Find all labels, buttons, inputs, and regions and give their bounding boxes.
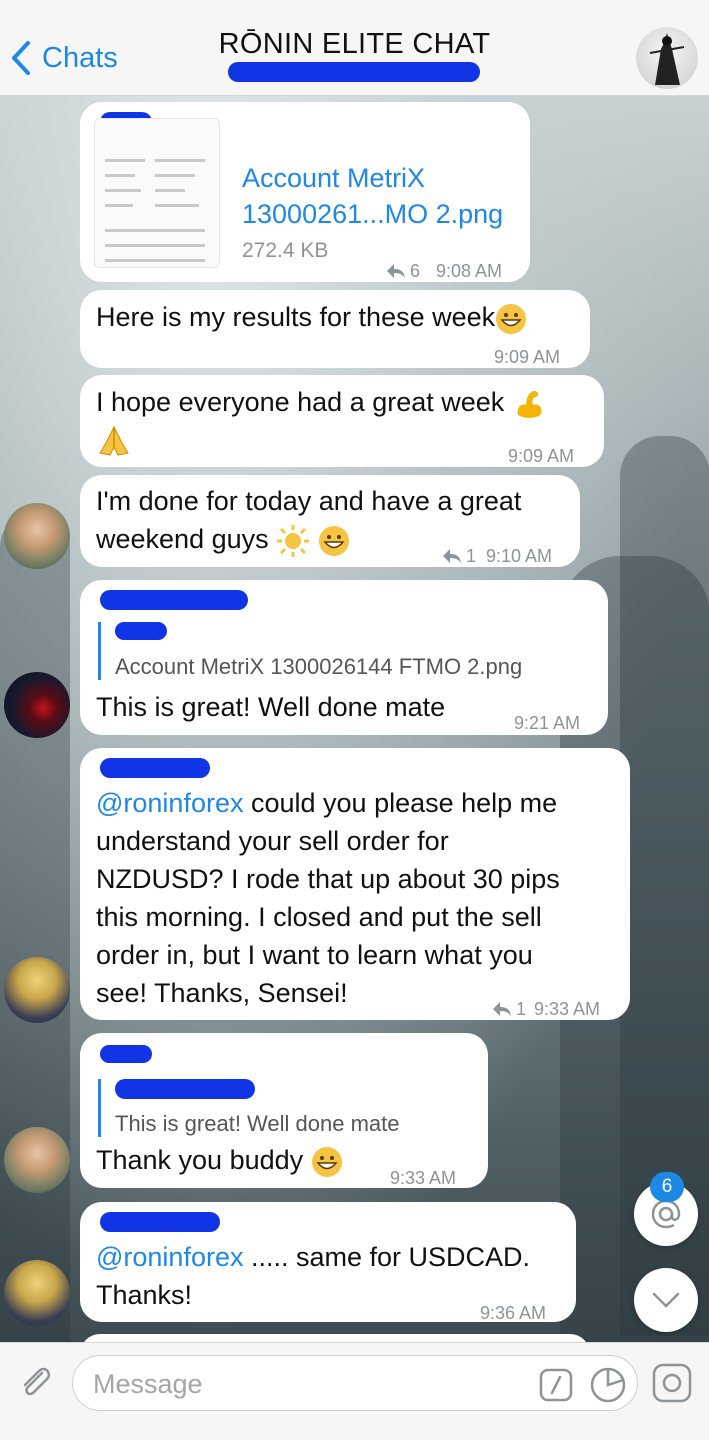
- message-file[interactable]: Account MetriX 13000261...MO 2.png 272.4…: [80, 102, 530, 282]
- message-body: This is great! Well done mate: [96, 692, 446, 722]
- message-time: 9:10 AM: [486, 546, 553, 566]
- redacted-sender: [100, 758, 210, 778]
- mention-link[interactable]: @roninforex: [96, 788, 243, 818]
- reply-count[interactable]: 6: [386, 252, 420, 290]
- quoted-text: Account MetriX 1300026144 FTMO 2.png: [115, 654, 523, 679]
- redacted-sender: [100, 1212, 220, 1232]
- sticker-icon[interactable]: [589, 1366, 627, 1404]
- message-body: Here is my results for these week: [96, 302, 496, 332]
- redacted-quote-author: [115, 1079, 255, 1099]
- message-line-1: I'm done for today and have a great: [96, 486, 522, 516]
- grinning-emoji-icon: [318, 525, 349, 556]
- top-bar: Chats RŌNIN ELITE CHAT: [0, 0, 709, 96]
- reply-count[interactable]: 1: [442, 537, 476, 575]
- message-line-3: NZDUSD? I rode that up about 30 pips: [96, 864, 560, 894]
- file-name-line-1: Account MetriX: [242, 163, 426, 193]
- message-time: 9:08 AM: [436, 261, 503, 281]
- message-body: I hope everyone had a great week: [96, 387, 505, 417]
- mention-link[interactable]: @roninforex: [96, 1242, 243, 1272]
- message-line-1: ..... same for USDCAD.: [243, 1242, 531, 1272]
- message-line-4: this morning. I closed and put the sell: [96, 902, 542, 932]
- reply-count-value: 1: [516, 999, 527, 1019]
- message-time: 9:09 AM: [494, 347, 561, 367]
- quoted-message[interactable]: This is great! Well done mate: [98, 1079, 400, 1137]
- message-body: Thank you buddy: [96, 1145, 304, 1175]
- quoted-text: This is great! Well done mate: [115, 1111, 400, 1136]
- chat-title[interactable]: RŌNIN ELITE CHAT: [0, 28, 709, 61]
- group-avatar[interactable]: [636, 27, 698, 89]
- message-input-wrapper: [72, 1355, 638, 1411]
- message-line-6: see! Thanks, Sensei!: [96, 978, 348, 1008]
- flexed-biceps-emoji-icon: [517, 390, 542, 418]
- file-size: 272.4 KB: [242, 239, 329, 262]
- message-text[interactable]: I hope everyone had a great week 9:09 AM: [80, 375, 604, 467]
- reply-count[interactable]: 1: [492, 990, 526, 1028]
- file-thumbnail[interactable]: [94, 118, 220, 268]
- file-name-line-2: 13000261...MO 2.png: [242, 199, 504, 229]
- reply-arrow-icon: [493, 1002, 511, 1016]
- redacted-subtitle: [228, 62, 480, 82]
- sender-avatar[interactable]: [4, 503, 70, 569]
- sender-avatar[interactable]: [4, 1127, 70, 1193]
- file-name[interactable]: Account MetriX 13000261...MO 2.png: [242, 160, 503, 232]
- grinning-emoji-icon: [496, 303, 527, 334]
- message-text[interactable]: @roninforex could you please help me und…: [80, 748, 630, 1020]
- sender-avatar[interactable]: [4, 672, 70, 738]
- reply-arrow-icon: [387, 264, 405, 278]
- redacted-quote-author: [115, 622, 167, 640]
- message-line-1: could you please help me: [243, 788, 558, 818]
- reply-arrow-icon: [443, 549, 461, 563]
- message-reply[interactable]: Account MetriX 1300026144 FTMO 2.png Thi…: [80, 580, 608, 735]
- message-time: 9:33 AM: [390, 1168, 457, 1188]
- grinning-emoji-icon: [311, 1146, 342, 1177]
- message-reply[interactable]: This is great! Well done mate Thank you …: [80, 1033, 488, 1188]
- composer-bar: [0, 1342, 709, 1440]
- message-line-2: weekend guys: [96, 524, 269, 554]
- reply-count-value: 1: [466, 546, 477, 566]
- sender-avatar[interactable]: [4, 957, 70, 1023]
- redacted-sender: [100, 590, 248, 610]
- message-line-5: order in, but I want to learn what you: [96, 940, 533, 970]
- message-time: 9:21 AM: [514, 713, 581, 733]
- message-text[interactable]: I'm done for today and have a great week…: [80, 475, 580, 567]
- mentions-badge: 6: [650, 1172, 684, 1202]
- message-text[interactable]: @roninforex ..... same for USDCAD. Thank…: [80, 1202, 576, 1323]
- message-line-2: understand your sell order for: [96, 826, 449, 856]
- at-sign-icon: [651, 1199, 681, 1229]
- message-text[interactable]: Here is my results for these week 9:09 A…: [80, 290, 590, 368]
- scroll-down-button[interactable]: [634, 1268, 698, 1332]
- samurai-icon: [649, 33, 685, 85]
- command-icon[interactable]: [539, 1368, 573, 1402]
- message-time: 9:36 AM: [480, 1303, 547, 1323]
- message-time: 9:09 AM: [508, 446, 575, 466]
- message-time: 9:33 AM: [534, 999, 601, 1019]
- redacted-sender: [100, 1045, 152, 1063]
- quoted-message[interactable]: Account MetriX 1300026144 FTMO 2.png: [98, 622, 522, 680]
- message-line-2: Thanks!: [96, 1280, 193, 1310]
- sun-emoji-icon: [277, 524, 310, 557]
- message-input[interactable]: [93, 1364, 523, 1404]
- camera-icon[interactable]: [650, 1361, 694, 1405]
- sender-avatar[interactable]: [4, 1260, 70, 1326]
- folded-hands-emoji-icon: [99, 425, 129, 456]
- reply-count-value: 6: [410, 261, 421, 281]
- paperclip-icon[interactable]: [16, 1363, 56, 1403]
- chevron-down-icon: [652, 1292, 680, 1308]
